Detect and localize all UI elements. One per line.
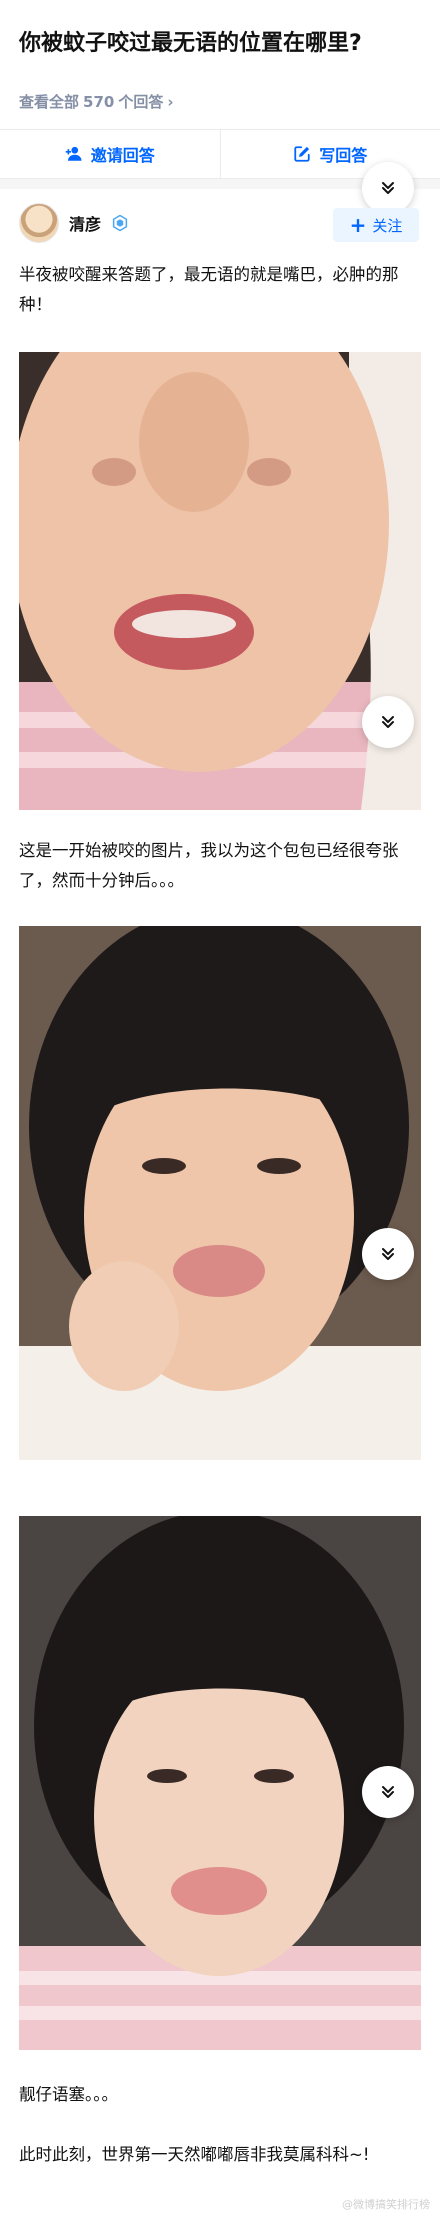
view-all-suffix: 个回答 [118, 93, 164, 111]
follow-label: 关注 [372, 216, 403, 235]
fab-expand-photo-3[interactable] [362, 1766, 414, 1818]
write-answer-label: 写回答 [319, 146, 368, 165]
answer-paragraph-2: 这是一开始被咬的图片，我以为这个包包已经很夸张了，然而十分钟后。。。 [19, 841, 399, 890]
author-name[interactable]: 清彦 [69, 211, 101, 235]
fab-expand-photo-1[interactable] [362, 696, 414, 748]
photo-2-graphic [19, 926, 421, 1460]
invite-answer-label: 邀请回答 [90, 146, 155, 165]
answer-photo-3[interactable] [19, 1516, 421, 2050]
author-block[interactable]: 清彦 [19, 203, 129, 243]
answer-paragraph-4: 此时此刻，世界第一天然嘟嘟唇非我莫属科科~! [19, 2145, 370, 2164]
chevron-right-icon: › [167, 92, 174, 111]
answer-paragraph-3: 靓仔语塞。。。 [19, 2085, 118, 2104]
double-chevron-down-icon [382, 1248, 394, 1260]
answer-photo-1[interactable] [19, 352, 421, 810]
answer-photo-2[interactable] [19, 926, 421, 1460]
view-all-prefix: 查看全部 [19, 93, 80, 111]
question-title: 你被蚊子咬过最无语的位置在哪里? [19, 31, 362, 56]
pen-square-icon [294, 146, 310, 162]
photo-1-graphic [19, 352, 421, 810]
double-chevron-down-icon [382, 716, 394, 728]
follow-button[interactable]: + 关注 [333, 208, 419, 242]
plus-icon: + [349, 213, 367, 237]
invite-answer-button[interactable]: 邀请回答 [0, 130, 220, 178]
view-all-answers-link[interactable]: 查看全部 570 个回答 › [19, 91, 174, 112]
double-chevron-down-icon [382, 182, 394, 194]
fab-expand-top[interactable] [362, 162, 414, 214]
person-plus-icon [65, 146, 82, 161]
answer-count: 570 [83, 92, 115, 111]
watermark: @微博搞笑排行榜 [342, 2198, 430, 2211]
answer-paragraph-1: 半夜被咬醒来答题了，最无语的就是嘴巴，必肿的那种！ [19, 265, 399, 314]
avatar[interactable] [19, 203, 59, 243]
verified-hexagon-icon [112, 214, 128, 232]
fab-expand-photo-2[interactable] [362, 1228, 414, 1280]
double-chevron-down-icon [382, 1786, 394, 1798]
photo-3-graphic [19, 1516, 421, 2050]
